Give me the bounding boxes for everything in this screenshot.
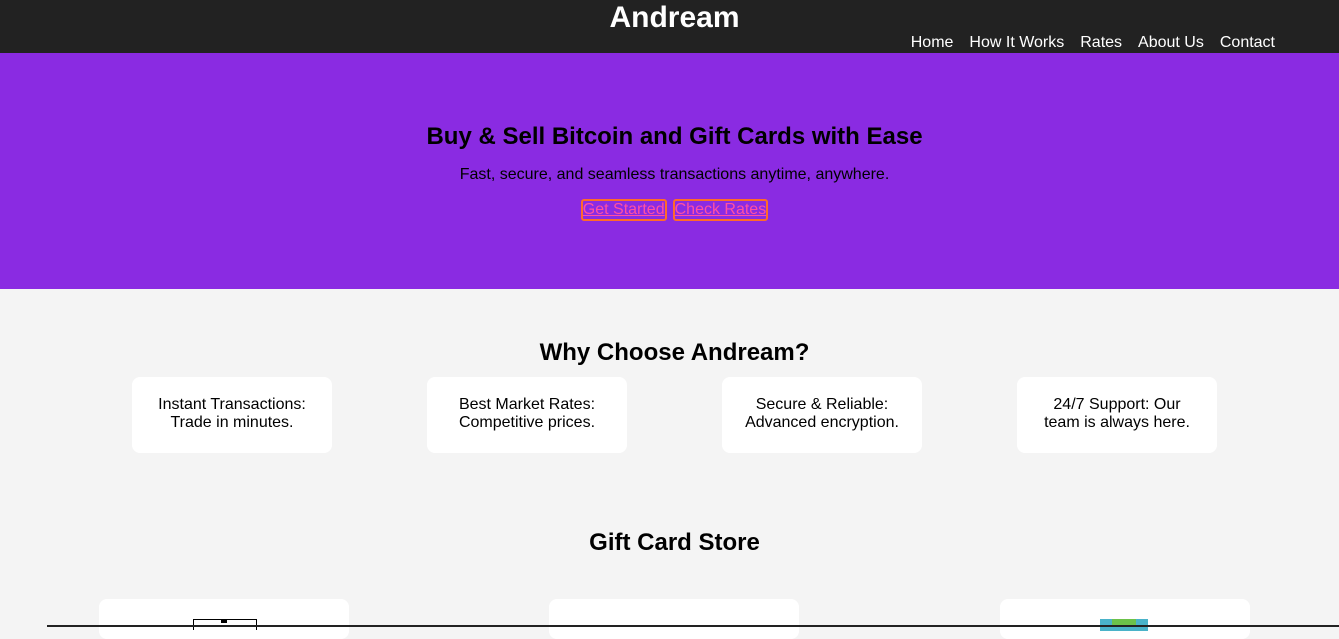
get-started-button[interactable]: Get Started (580, 199, 667, 221)
check-rates-button[interactable]: Check Rates (672, 199, 769, 221)
feature-heading: 24/7 Support: Our (1053, 396, 1181, 413)
nav-contact[interactable]: Contact (1220, 33, 1275, 53)
main-nav: Home How It Works Rates About Us Contact (911, 33, 1275, 53)
gift-card-store-title: Gift Card Store (589, 529, 760, 556)
feature-text: Advanced encryption. (745, 414, 899, 431)
gift-card-item[interactable] (549, 599, 799, 639)
features-title: Why Choose Andream? (539, 339, 810, 366)
feature-text: team is always here. (1044, 414, 1190, 431)
feature-text: Competitive prices. (458, 414, 596, 431)
site-header: Andream Home How It Works Rates About Us… (0, 0, 1339, 53)
feature-heading: Instant Transactions: (158, 396, 306, 413)
hero-title: Buy & Sell Bitcoin and Gift Cards with E… (426, 123, 923, 150)
feature-card-support: 24/7 Support: Our team is always here. (1017, 377, 1217, 453)
feature-card-instant: Instant Transactions: Trade in minutes. (132, 377, 332, 453)
feature-heading: Best Market Rates: (458, 396, 596, 413)
hero-subtitle: Fast, secure, and seamless transactions … (459, 166, 890, 183)
nav-home[interactable]: Home (911, 33, 954, 53)
gift-card-grid (0, 599, 1339, 639)
feature-text: Trade in minutes. (170, 414, 294, 431)
nav-about-us[interactable]: About Us (1138, 33, 1204, 53)
gift-card-item[interactable] (99, 599, 349, 639)
hero-section: Buy & Sell Bitcoin and Gift Cards with E… (0, 53, 1339, 289)
nav-how-it-works[interactable]: How It Works (969, 33, 1064, 53)
features-list: Instant Transactions: Trade in minutes. … (0, 377, 1339, 453)
feature-card-rates: Best Market Rates: Competitive prices. (427, 377, 627, 453)
brand-logo[interactable]: Andream (0, 0, 1339, 36)
hero-buttons: Get Started Check Rates (0, 199, 1339, 221)
feature-heading: Secure & Reliable: (755, 396, 889, 413)
gift-card-item[interactable] (1000, 599, 1250, 639)
feature-card-secure: Secure & Reliable: Advanced encryption. (722, 377, 922, 453)
nav-rates[interactable]: Rates (1080, 33, 1122, 53)
